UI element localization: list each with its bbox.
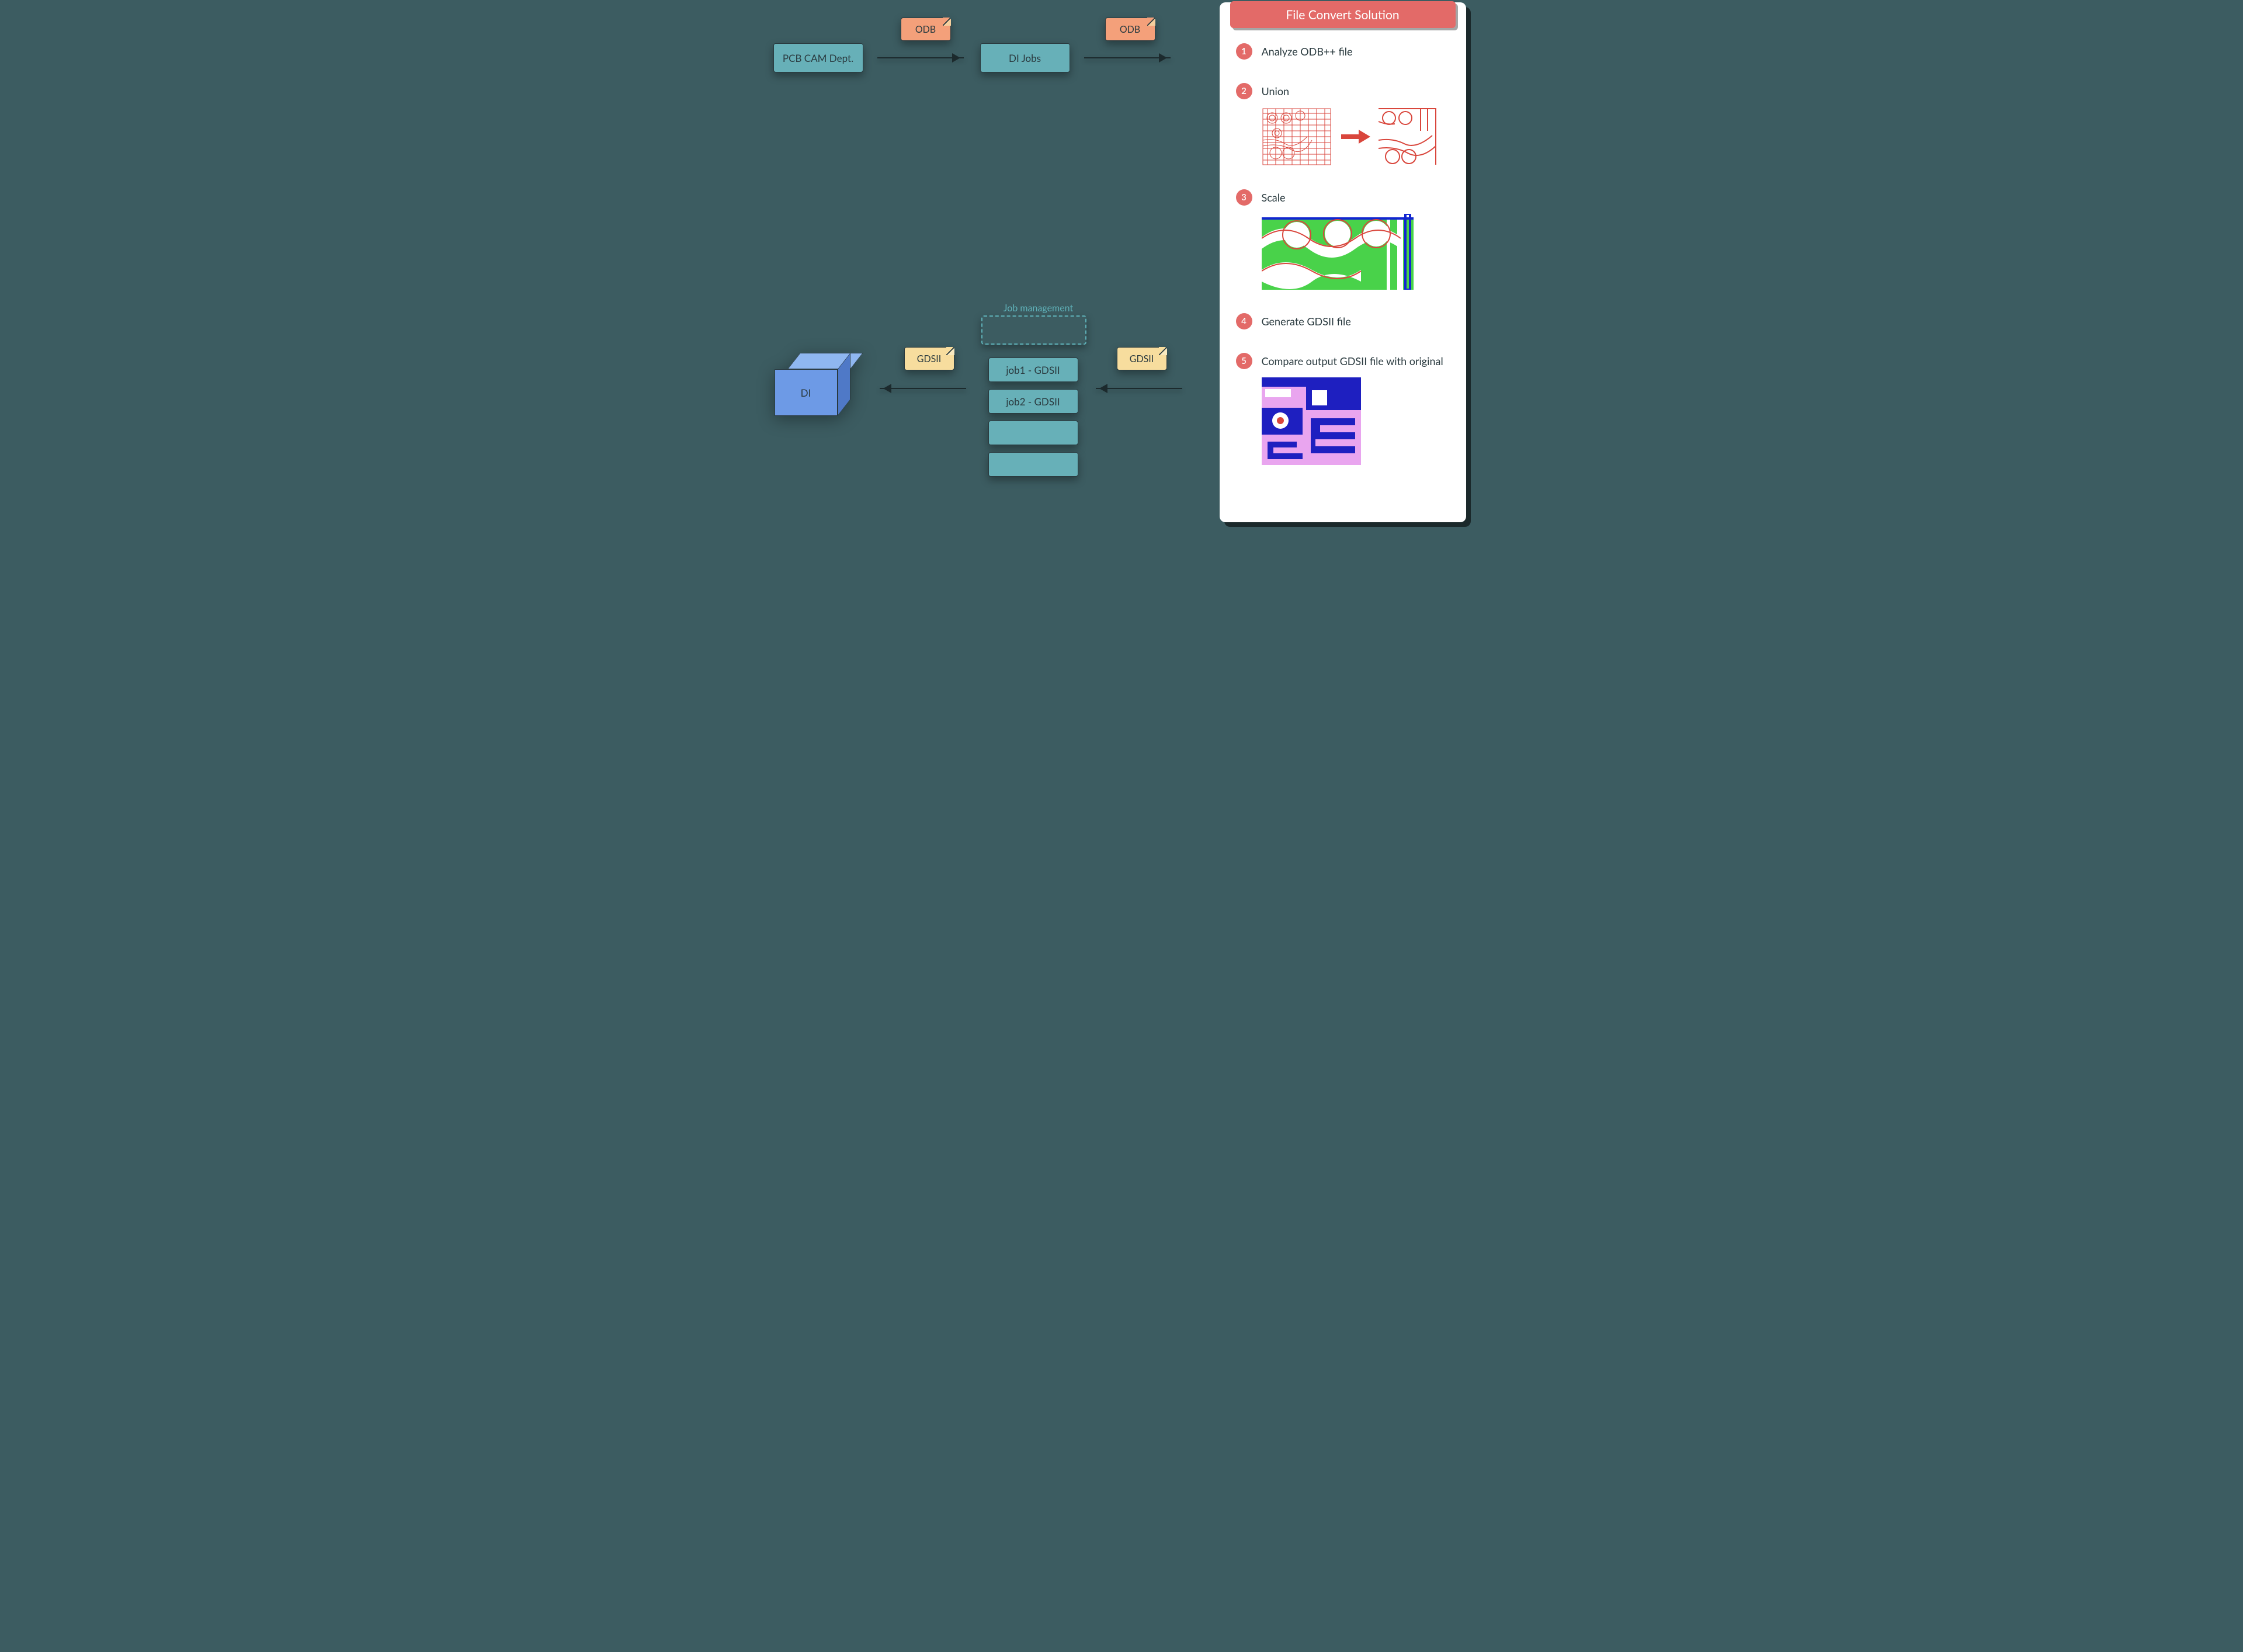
scale-illustration (1262, 214, 1453, 290)
node-di-jobs: DI Jobs (980, 43, 1070, 72)
di-cube: DI (775, 353, 856, 423)
note-odb-1: ODB (901, 18, 951, 41)
step-number: 2 (1236, 83, 1252, 99)
arrow-into-stack (1096, 388, 1182, 389)
node-label: DI Jobs (1009, 52, 1041, 64)
solution-card: File Convert Solution 1 Analyze ODB++ fi… (1220, 2, 1466, 522)
node-label: PCB CAM Dept. (783, 52, 853, 64)
note-label: GDSII (1130, 353, 1154, 365)
step-title: Union (1262, 85, 1290, 98)
step-2: 2 Union (1236, 83, 1453, 166)
note-odb-2: ODB (1105, 18, 1155, 41)
job-label: job1 - GDSII (1006, 364, 1060, 376)
step-title: Compare output GDSII file with original (1262, 355, 1443, 367)
card-title: File Convert Solution (1230, 1, 1456, 28)
step-title: Scale (1262, 191, 1286, 204)
note-gdsii-left: GDSII (904, 347, 954, 370)
di-cube-label: DI (801, 387, 811, 399)
step-5: 5 Compare output GDSII file with origina… (1236, 353, 1453, 465)
steps-list: 1 Analyze ODB++ file 2 Union (1236, 43, 1453, 465)
step-3: 3 Scale (1236, 189, 1453, 290)
job-mgmt-label: Job management (986, 303, 1091, 314)
note-gdsii-right: GDSII (1117, 347, 1167, 370)
step-title: Generate GDSII file (1262, 315, 1351, 328)
union-illustration (1262, 107, 1453, 166)
step-title: Analyze ODB++ file (1262, 45, 1353, 58)
arrow-pcb-to-dijobs (877, 57, 964, 58)
step-number: 1 (1236, 43, 1252, 60)
job-mgmt-frame (981, 315, 1086, 345)
job-row-1: job1 - GDSII (988, 358, 1078, 382)
step-number: 3 (1236, 189, 1252, 206)
note-label: GDSII (917, 353, 942, 365)
job-row-2: job2 - GDSII (988, 389, 1078, 414)
job-row-4 (988, 452, 1078, 477)
diagram-canvas: PCB CAM Dept. ODB DI Jobs ODB Job manage… (765, 0, 1478, 533)
step-1: 1 Analyze ODB++ file (1236, 43, 1453, 60)
job-row-3 (988, 421, 1078, 445)
step-number: 5 (1236, 353, 1252, 369)
arrow-stack-to-di (880, 388, 966, 389)
arrow-dijobs-out (1084, 57, 1171, 58)
note-label: ODB (915, 24, 936, 35)
note-label: ODB (1120, 24, 1140, 35)
node-pcb-cam: PCB CAM Dept. (773, 43, 863, 72)
job-label: job2 - GDSII (1006, 395, 1060, 408)
compare-illustration (1262, 377, 1453, 465)
step-number: 4 (1236, 313, 1252, 329)
step-4: 4 Generate GDSII file (1236, 313, 1453, 329)
